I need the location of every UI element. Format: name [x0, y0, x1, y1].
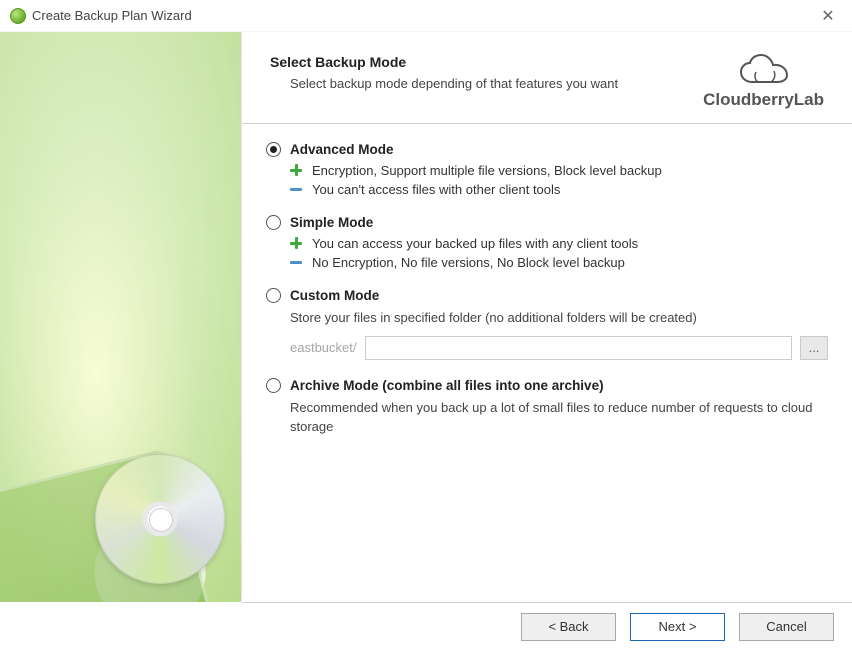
- mode-advanced-row[interactable]: Advanced Mode: [266, 142, 828, 157]
- custom-desc: Store your files in specified folder (no…: [290, 309, 828, 328]
- close-icon[interactable]: ✕: [814, 4, 842, 28]
- window-title: Create Backup Plan Wizard: [32, 8, 814, 23]
- plus-icon: [290, 237, 302, 249]
- header-text: Select Backup Mode Select backup mode de…: [270, 54, 703, 91]
- path-prefix: eastbucket/: [290, 340, 357, 355]
- mode-custom-label: Custom Mode: [290, 288, 379, 303]
- plus-icon: [290, 164, 302, 176]
- custom-path-input[interactable]: [365, 336, 793, 360]
- simple-minus-row: No Encryption, No file versions, No Bloc…: [290, 255, 828, 270]
- wizard-footer: < Back Next > Cancel: [242, 602, 852, 650]
- mode-simple-row[interactable]: Simple Mode: [266, 215, 828, 230]
- mode-archive: Archive Mode (combine all files into one…: [266, 378, 828, 437]
- cancel-button[interactable]: Cancel: [739, 613, 834, 641]
- advanced-plus-text: Encryption, Support multiple file versio…: [312, 163, 662, 178]
- mode-simple: Simple Mode You can access your backed u…: [266, 215, 828, 270]
- archive-desc: Recommended when you back up a lot of sm…: [290, 399, 828, 437]
- mode-advanced-label: Advanced Mode: [290, 142, 394, 157]
- back-button[interactable]: < Back: [521, 613, 616, 641]
- radio-advanced[interactable]: [266, 142, 281, 157]
- mode-advanced: Advanced Mode Encryption, Support multip…: [266, 142, 828, 197]
- simple-plus-row: You can access your backed up files with…: [290, 236, 828, 251]
- radio-custom[interactable]: [266, 288, 281, 303]
- browse-button[interactable]: ...: [800, 336, 828, 360]
- radio-simple[interactable]: [266, 215, 281, 230]
- mode-archive-label: Archive Mode (combine all files into one…: [290, 378, 604, 393]
- advanced-minus-row: You can't access files with other client…: [290, 182, 828, 197]
- options-area: Advanced Mode Encryption, Support multip…: [242, 124, 852, 602]
- features-simple: You can access your backed up files with…: [290, 236, 828, 270]
- features-advanced: Encryption, Support multiple file versio…: [290, 163, 828, 197]
- page-title: Select Backup Mode: [270, 54, 703, 70]
- custom-path-row: eastbucket/ ...: [290, 336, 828, 360]
- radio-archive[interactable]: [266, 378, 281, 393]
- app-icon: [10, 8, 26, 24]
- brand-logo: CloudberryLab: [703, 54, 824, 109]
- mode-custom-row[interactable]: Custom Mode: [266, 288, 828, 303]
- advanced-minus-text: You can't access files with other client…: [312, 182, 560, 197]
- minus-icon: [290, 256, 302, 268]
- brand-name: CloudberryLab: [703, 90, 824, 109]
- wizard-sidebar-image: [0, 32, 242, 602]
- next-button[interactable]: Next >: [630, 613, 725, 641]
- cloud-icon: [738, 54, 790, 88]
- header-row: Select Backup Mode Select backup mode de…: [242, 32, 852, 123]
- mode-custom: Custom Mode Store your files in specifie…: [266, 288, 828, 360]
- advanced-plus-row: Encryption, Support multiple file versio…: [290, 163, 828, 178]
- simple-plus-text: You can access your backed up files with…: [312, 236, 638, 251]
- titlebar: Create Backup Plan Wizard ✕: [0, 0, 852, 32]
- simple-minus-text: No Encryption, No file versions, No Bloc…: [312, 255, 625, 270]
- minus-icon: [290, 183, 302, 195]
- page-subtitle: Select backup mode depending of that fea…: [290, 76, 703, 91]
- mode-archive-row[interactable]: Archive Mode (combine all files into one…: [266, 378, 828, 393]
- content-pane: Select Backup Mode Select backup mode de…: [242, 32, 852, 602]
- mode-simple-label: Simple Mode: [290, 215, 373, 230]
- disc-graphic: [95, 454, 225, 584]
- main-layout: Select Backup Mode Select backup mode de…: [0, 32, 852, 602]
